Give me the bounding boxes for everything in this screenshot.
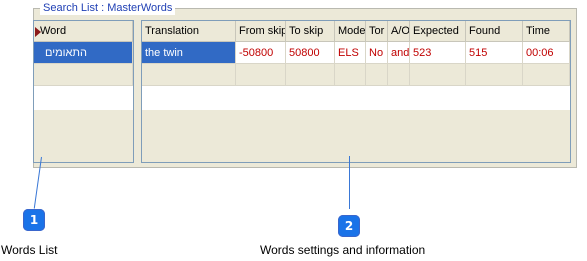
empty-cell[interactable] bbox=[523, 64, 570, 86]
words-grid[interactable]: Word התאומים bbox=[33, 20, 134, 163]
column-header-to-skip[interactable]: To skip bbox=[286, 21, 335, 42]
callout-caption-1: Words List bbox=[1, 243, 58, 257]
cell-to-skip[interactable]: 50800 bbox=[286, 42, 335, 64]
row-indicator-icon bbox=[35, 27, 41, 37]
column-header-time[interactable]: Time bbox=[523, 21, 570, 42]
word-cell[interactable]: התאומים bbox=[34, 42, 133, 64]
column-header-tor[interactable]: Tor bbox=[366, 21, 388, 42]
empty-cell[interactable] bbox=[466, 64, 523, 86]
cell-tor[interactable]: No bbox=[366, 42, 388, 64]
column-header-word[interactable]: Word bbox=[34, 21, 133, 42]
groupbox-title: Search List : MasterWords bbox=[40, 2, 176, 15]
column-header-translation[interactable]: Translation bbox=[142, 21, 236, 42]
column-header-from-skip[interactable]: From skip bbox=[236, 21, 286, 42]
empty-row[interactable] bbox=[34, 64, 133, 86]
empty-cell[interactable] bbox=[410, 64, 466, 86]
callout-line-2 bbox=[349, 156, 350, 209]
empty-cell[interactable] bbox=[142, 64, 236, 86]
grid-empty-area bbox=[142, 110, 570, 162]
empty-cell[interactable] bbox=[366, 64, 388, 86]
cell-from-skip[interactable]: -50800 bbox=[236, 42, 286, 64]
cell-expected[interactable]: 523 bbox=[410, 42, 466, 64]
cell-found[interactable]: 515 bbox=[466, 42, 523, 64]
callout-caption-2: Words settings and information bbox=[260, 243, 426, 257]
cell-time[interactable]: 00:06 bbox=[523, 42, 570, 64]
cell-translation[interactable]: the twin bbox=[142, 42, 236, 64]
empty-cell[interactable] bbox=[236, 64, 286, 86]
empty-cell[interactable] bbox=[388, 64, 410, 86]
column-header-ao[interactable]: A/O bbox=[388, 21, 410, 42]
callout-badge-2: 2 bbox=[338, 215, 360, 237]
callout-badge-1: 1 bbox=[23, 209, 45, 231]
cell-mode[interactable]: ELS bbox=[335, 42, 366, 64]
empty-cell[interactable] bbox=[335, 64, 366, 86]
empty-cell[interactable] bbox=[286, 64, 335, 86]
column-header-mode[interactable]: Mode bbox=[335, 21, 366, 42]
column-header-expected[interactable]: Expected bbox=[410, 21, 466, 42]
word-settings-grid[interactable]: Translation From skip To skip Mode Tor A… bbox=[141, 20, 571, 163]
grid-empty-area bbox=[34, 110, 133, 162]
cell-ao[interactable]: and bbox=[388, 42, 410, 64]
column-header-found[interactable]: Found bbox=[466, 21, 523, 42]
